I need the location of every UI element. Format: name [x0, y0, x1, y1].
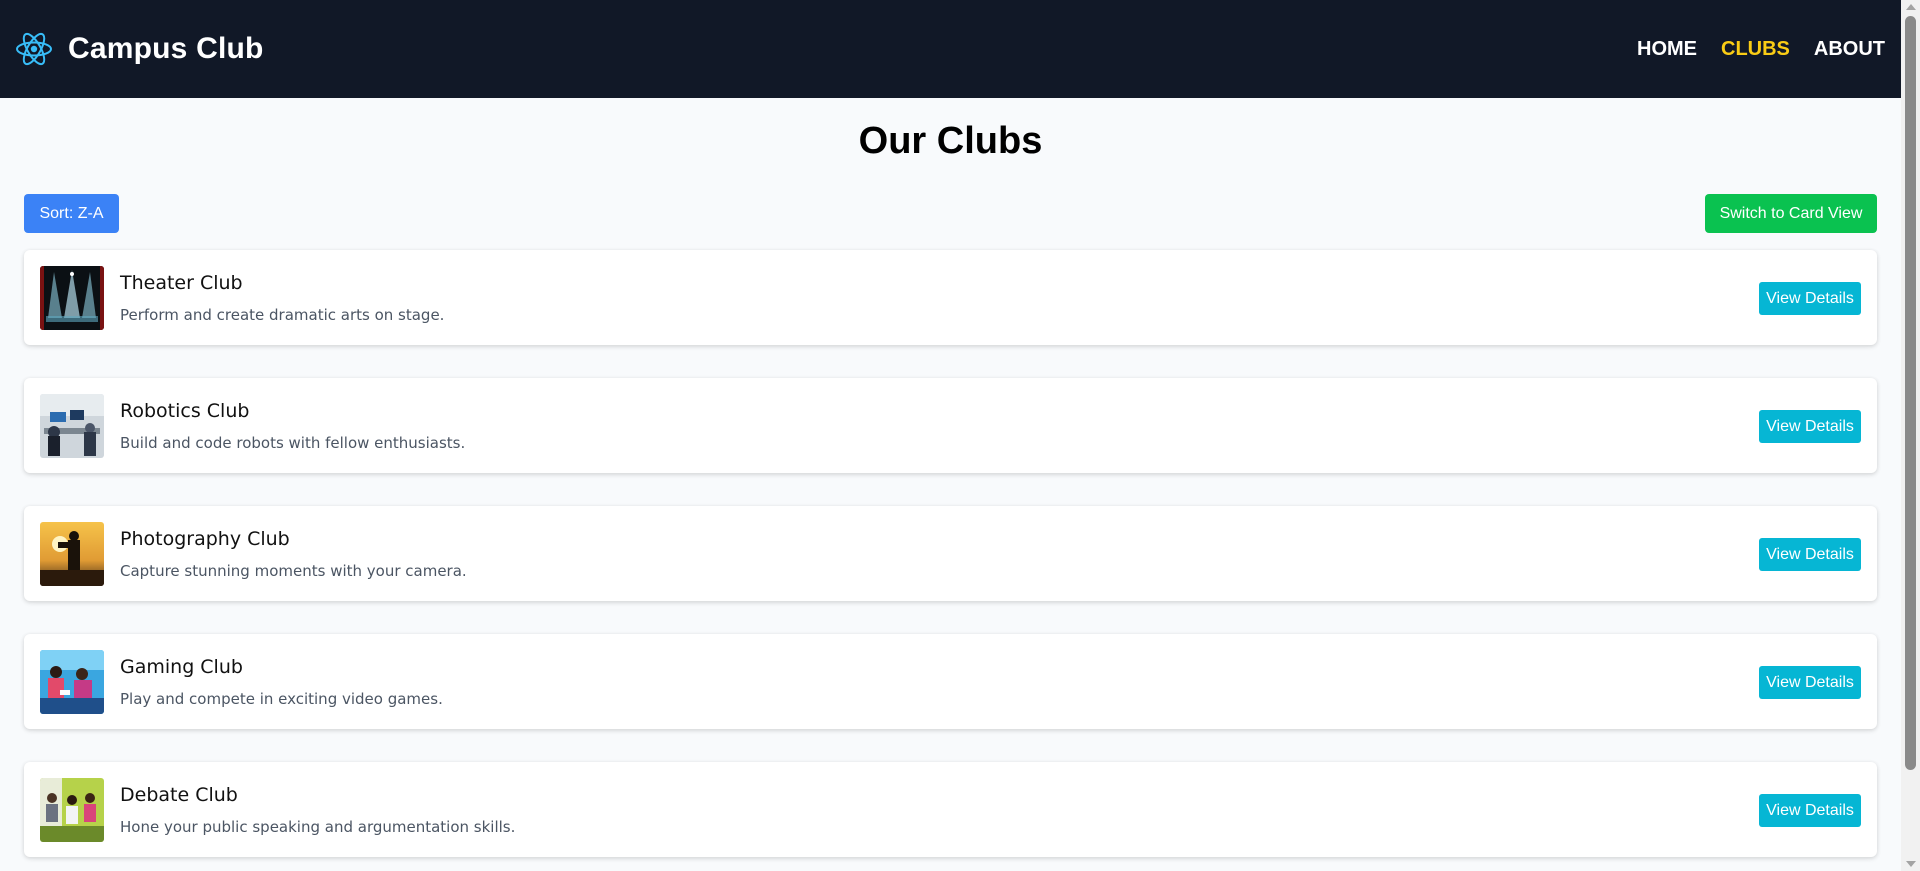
gamers-image	[40, 649, 104, 714]
club-description: Build and code robots with fellow enthus…	[120, 433, 466, 452]
nav-link-home[interactable]: HOME	[1637, 38, 1697, 61]
club-text: Photography Club Capture stunning moment…	[120, 528, 467, 580]
list-item: Gaming Club Play and compete in exciting…	[24, 634, 1877, 729]
vertical-scrollbar[interactable]	[1901, 0, 1920, 871]
club-description: Hone your public speaking and argumentat…	[120, 817, 516, 836]
robotics-workshop-image	[40, 393, 104, 458]
club-name: Photography Club	[120, 527, 290, 550]
scroll-down-arrow-icon[interactable]	[1906, 861, 1916, 867]
sort-button[interactable]: Sort: Z-A	[24, 194, 119, 233]
club-name: Theater Club	[120, 271, 243, 294]
main-nav: HOME CLUBS ABOUT	[1637, 38, 1885, 61]
club-text: Robotics Club Build and code robots with…	[120, 400, 465, 452]
list-item: Theater Club Perform and create dramatic…	[24, 250, 1877, 345]
club-description: Capture stunning moments with your camer…	[120, 561, 467, 580]
view-details-button[interactable]: View Details	[1759, 538, 1861, 571]
react-atom-icon	[16, 32, 52, 66]
list-item: Debate Club Hone your public speaking an…	[24, 762, 1877, 857]
club-description: Play and compete in exciting video games…	[120, 689, 443, 708]
club-name: Robotics Club	[120, 399, 250, 422]
club-description: Perform and create dramatic arts on stag…	[120, 305, 445, 324]
club-text: Gaming Club Play and compete in exciting…	[120, 656, 443, 708]
club-name: Gaming Club	[120, 655, 243, 678]
page-title: Our Clubs	[858, 120, 1043, 162]
top-navbar: Campus Club HOME CLUBS ABOUT	[0, 0, 1901, 98]
debate-group-image	[40, 777, 104, 842]
list-item: Robotics Club Build and code robots with…	[24, 378, 1877, 473]
scrollbar-thumb[interactable]	[1905, 16, 1916, 770]
view-details-button[interactable]: View Details	[1759, 794, 1861, 827]
view-details-button[interactable]: View Details	[1759, 410, 1861, 443]
club-name: Debate Club	[120, 783, 238, 806]
view-details-button[interactable]: View Details	[1759, 666, 1861, 699]
club-text: Theater Club Perform and create dramatic…	[120, 272, 444, 324]
list-item: Photography Club Capture stunning moment…	[24, 506, 1877, 601]
nav-link-clubs[interactable]: CLUBS	[1721, 38, 1790, 61]
sunset-photographer-image	[40, 521, 104, 586]
nav-link-about[interactable]: ABOUT	[1814, 38, 1885, 61]
switch-view-button[interactable]: Switch to Card View	[1705, 194, 1877, 233]
club-list: Theater Club Perform and create dramatic…	[24, 250, 1877, 871]
stage-spotlights-image	[40, 265, 104, 330]
brand[interactable]: Campus Club	[14, 29, 264, 69]
club-text: Debate Club Hone your public speaking an…	[120, 784, 515, 836]
view-details-button[interactable]: View Details	[1759, 282, 1861, 315]
scroll-up-arrow-icon[interactable]	[1906, 4, 1916, 10]
brand-title: Campus Club	[68, 32, 264, 65]
